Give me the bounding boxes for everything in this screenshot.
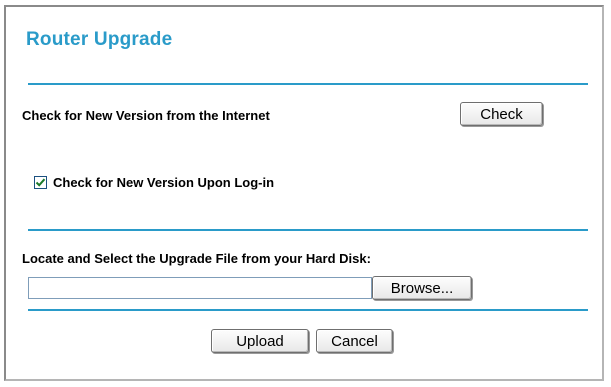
- browse-button[interactable]: Browse...: [372, 276, 472, 300]
- page-title: Router Upgrade: [26, 29, 173, 50]
- upload-button[interactable]: Upload: [211, 329, 309, 353]
- login-check-label: Check for New Version Upon Log-in: [53, 175, 275, 190]
- checkmark-icon: [35, 178, 46, 187]
- divider: [28, 83, 588, 85]
- login-check-checkbox[interactable]: [34, 176, 47, 189]
- online-check-label: Check for New Version from the Internet: [22, 108, 270, 123]
- upgrade-file-label: Locate and Select the Upgrade File from …: [22, 251, 371, 266]
- upgrade-file-input[interactable]: [28, 277, 372, 299]
- router-upgrade-panel: Router Upgrade Check for New Version fro…: [4, 5, 604, 381]
- check-button[interactable]: Check: [460, 102, 543, 126]
- divider: [28, 229, 588, 231]
- cancel-button[interactable]: Cancel: [316, 329, 393, 353]
- divider: [28, 309, 588, 311]
